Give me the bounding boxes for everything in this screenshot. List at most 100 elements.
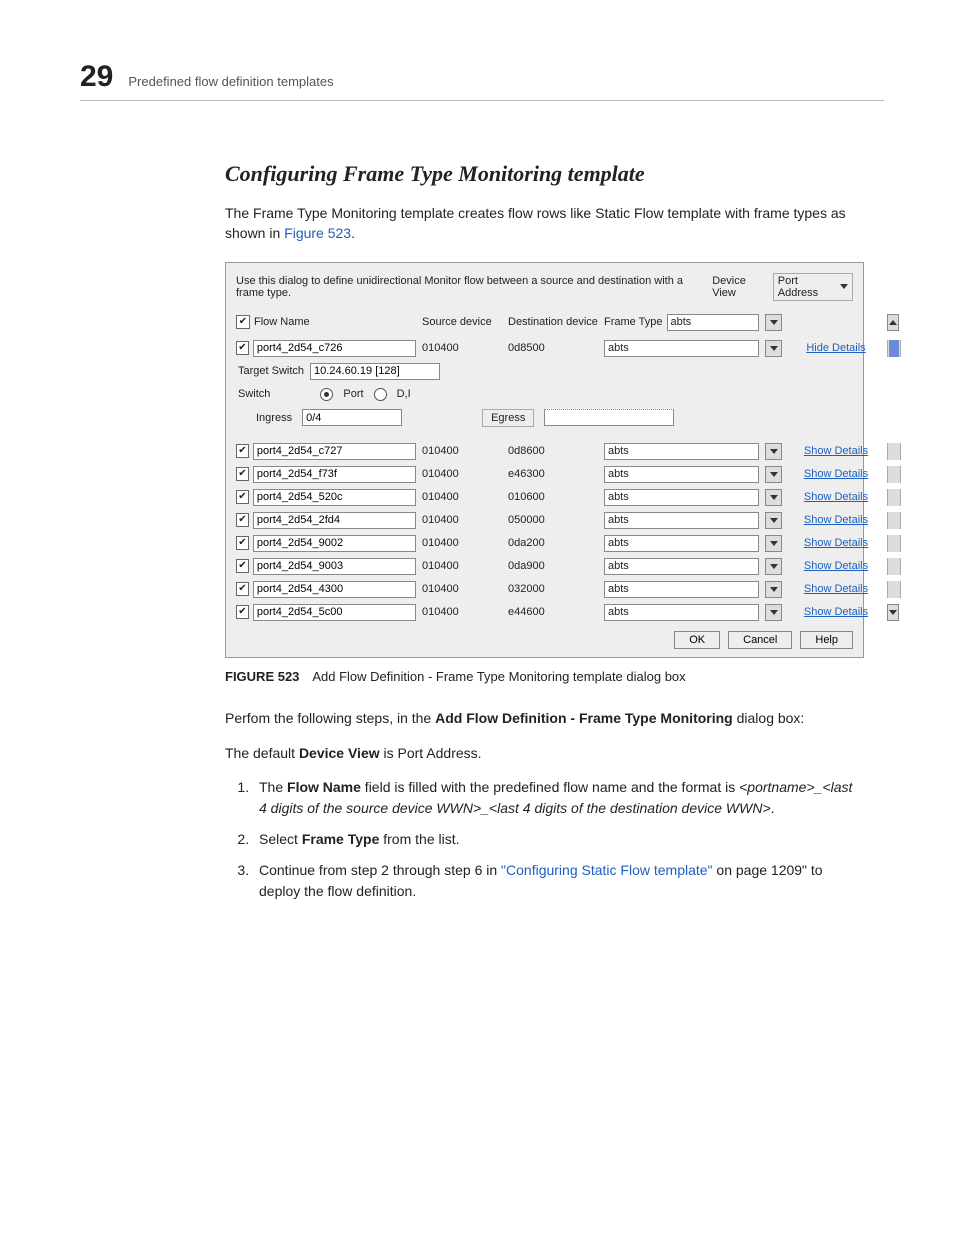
chevron-down-icon: [770, 472, 778, 477]
col-flow-name: Flow Name: [254, 316, 310, 328]
chevron-down-icon: [770, 587, 778, 592]
dropdown-button[interactable]: [765, 443, 782, 460]
help-button[interactable]: Help: [800, 631, 853, 649]
scrollbar-down[interactable]: [887, 604, 899, 621]
row-checkbox[interactable]: ✔: [236, 559, 249, 573]
frame-type-select[interactable]: abts: [604, 581, 759, 598]
chevron-down-icon: [770, 564, 778, 569]
scrollbar-track[interactable]: [887, 535, 901, 552]
frame-type-select[interactable]: abts: [604, 558, 759, 575]
figure-link[interactable]: Figure 523: [284, 225, 351, 241]
flow-name-input[interactable]: [253, 489, 416, 506]
dropdown-button[interactable]: [765, 466, 782, 483]
dest-cell: e46300: [508, 468, 598, 480]
ingress-label: Ingress: [256, 412, 292, 424]
show-details-link[interactable]: Show Details: [791, 537, 881, 549]
row-checkbox[interactable]: ✔: [236, 536, 249, 550]
show-details-link[interactable]: Show Details: [791, 514, 881, 526]
switch-label: Switch: [238, 388, 270, 400]
source-cell: 010400: [422, 560, 502, 572]
flow-row: ✔0104000d8600abtsShow Details: [236, 443, 853, 460]
ok-button[interactable]: OK: [674, 631, 720, 649]
row-checkbox[interactable]: ✔: [236, 490, 249, 504]
frame-type-select[interactable]: abts: [604, 604, 759, 621]
frame-type-select[interactable]: abts: [604, 535, 759, 552]
figure-caption: FIGURE 523 Add Flow Definition - Frame T…: [225, 668, 864, 687]
show-details-link[interactable]: Show Details: [791, 445, 881, 457]
dest-cell: 0da900: [508, 560, 598, 572]
scrollbar-track[interactable]: [887, 489, 901, 506]
dropdown-button[interactable]: [765, 340, 782, 357]
col-frame-type-label: Frame Type: [604, 316, 663, 328]
source-cell: 010400: [422, 342, 502, 354]
dropdown-button[interactable]: [765, 604, 782, 621]
ingress-input[interactable]: [302, 409, 402, 426]
intro-paragraph: The Frame Type Monitoring template creat…: [225, 203, 864, 244]
paragraph-default: The default Device View is Port Address.: [225, 743, 864, 763]
frame-type-select[interactable]: abts: [604, 512, 759, 529]
chevron-down-icon: [770, 518, 778, 523]
flow-name-input[interactable]: [253, 443, 416, 460]
row-checkbox[interactable]: ✔: [236, 582, 249, 596]
row-checkbox[interactable]: ✔: [236, 444, 249, 458]
flow-row: ✔010400010600abtsShow Details: [236, 489, 853, 506]
scrollbar-up[interactable]: [887, 314, 899, 331]
dropdown-button[interactable]: [765, 489, 782, 506]
dj-radio[interactable]: [374, 388, 387, 401]
chevron-down-icon: [840, 284, 848, 289]
chapter-title: Predefined flow definition templates: [128, 74, 333, 89]
frame-type-select[interactable]: abts: [604, 340, 759, 357]
dropdown-button[interactable]: [765, 558, 782, 575]
dropdown-button[interactable]: [765, 512, 782, 529]
chevron-up-icon: [889, 320, 897, 325]
flow-name-input[interactable]: [253, 581, 416, 598]
details-panel: Target Switch Switch Port D,I Ingress: [236, 357, 899, 437]
column-headers: ✔ Flow Name Source device Destination de…: [236, 311, 853, 334]
chevron-down-icon: [770, 449, 778, 454]
show-details-link[interactable]: Show Details: [791, 583, 881, 595]
dest-cell: 050000: [508, 514, 598, 526]
scrollbar-track[interactable]: [887, 558, 901, 575]
frame-type-select[interactable]: abts: [604, 489, 759, 506]
show-details-link[interactable]: Show Details: [791, 560, 881, 572]
egress-input[interactable]: [544, 409, 674, 426]
scrollbar-track[interactable]: [887, 581, 901, 598]
scrollbar-track[interactable]: [887, 443, 901, 460]
target-switch-input[interactable]: [310, 363, 440, 380]
row-checkbox[interactable]: ✔: [236, 467, 249, 481]
frame-type-select[interactable]: abts: [604, 466, 759, 483]
select-all-checkbox[interactable]: ✔: [236, 315, 250, 329]
dropdown-button[interactable]: [765, 535, 782, 552]
frame-type-select[interactable]: abts: [604, 443, 759, 460]
chevron-down-icon: [770, 541, 778, 546]
scrollbar-thumb[interactable]: [889, 340, 899, 357]
header-frame-type-select[interactable]: abts: [667, 314, 760, 331]
device-view-dropdown[interactable]: Port Address: [773, 273, 853, 301]
flow-name-input[interactable]: [253, 512, 416, 529]
flow-name-input[interactable]: [253, 466, 416, 483]
row-checkbox[interactable]: ✔: [236, 513, 249, 527]
flow-name-input[interactable]: [253, 558, 416, 575]
row-checkbox[interactable]: ✔: [236, 605, 249, 619]
show-details-link[interactable]: Show Details: [791, 468, 881, 480]
flow-row: ✔0104000da900abtsShow Details: [236, 558, 853, 575]
link-static-flow[interactable]: "Configuring Static Flow template": [501, 862, 712, 878]
dropdown-button[interactable]: [765, 581, 782, 598]
scrollbar-track[interactable]: [887, 466, 901, 483]
dropdown-button[interactable]: [765, 314, 782, 331]
show-details-link[interactable]: Show Details: [791, 606, 881, 618]
scrollbar-track[interactable]: [887, 512, 901, 529]
row-checkbox[interactable]: ✔: [236, 341, 249, 355]
chevron-down-icon: [770, 495, 778, 500]
running-header: 29 Predefined flow definition templates: [80, 60, 884, 101]
flow-name-input[interactable]: [253, 535, 416, 552]
show-details-link[interactable]: Show Details: [791, 491, 881, 503]
hide-details-link[interactable]: Hide Details: [791, 342, 881, 354]
flow-name-input[interactable]: [253, 340, 416, 357]
flow-name-input[interactable]: [253, 604, 416, 621]
port-radio[interactable]: [320, 388, 333, 401]
cancel-button[interactable]: Cancel: [728, 631, 792, 649]
chapter-number: 29: [80, 60, 113, 94]
chevron-down-icon: [770, 346, 778, 351]
chevron-down-icon: [770, 610, 778, 615]
